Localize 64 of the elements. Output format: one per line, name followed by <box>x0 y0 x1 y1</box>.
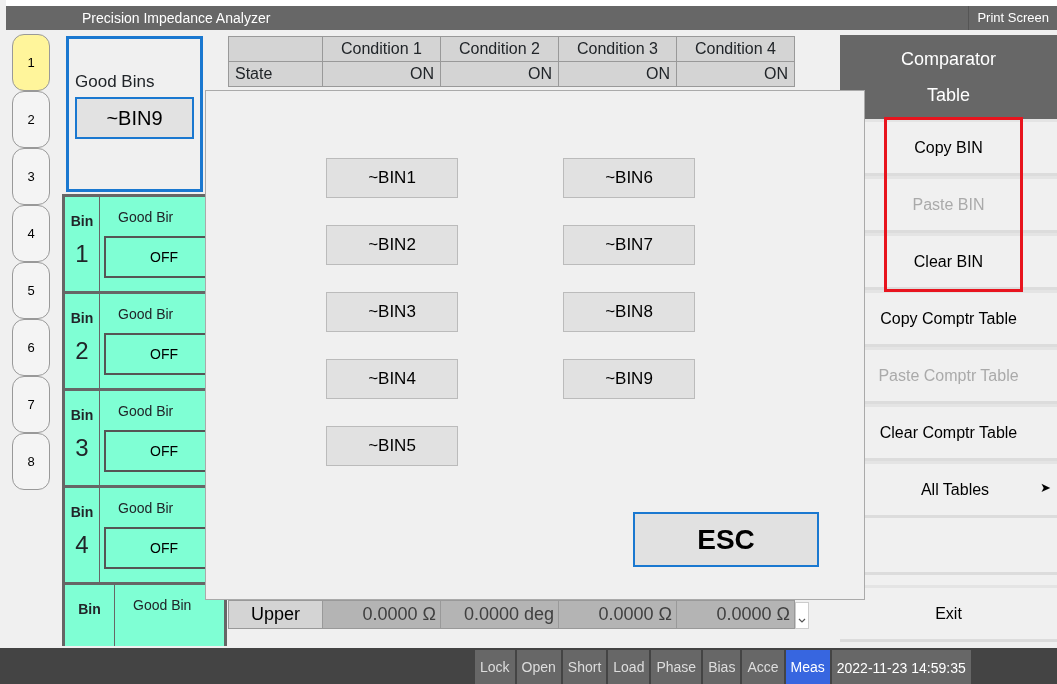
good-bins-label: Good Bins <box>75 72 155 91</box>
bin-number: 2 <box>74 336 90 366</box>
good-bin-label: Good Bir <box>117 208 175 227</box>
submenu-arrow-icon: ➤ <box>1040 477 1051 497</box>
table-cell: ON <box>558 61 677 87</box>
table-cell: 0.0000 deg <box>440 600 559 629</box>
esc-button[interactable]: ESC <box>633 512 819 567</box>
column-header: Condition 4 <box>676 36 795 62</box>
table-cell: ON <box>322 61 441 87</box>
table-cell: 0.0000 Ω <box>676 600 795 629</box>
side-tab[interactable]: 5 <box>12 262 50 319</box>
bin-label: Bin <box>69 309 95 328</box>
bin-button[interactable]: ~BIN6 <box>563 158 695 198</box>
status-button[interactable]: Phase <box>651 650 702 684</box>
column-header: Condition 1 <box>322 36 441 62</box>
bin-button[interactable]: ~BIN3 <box>326 292 458 332</box>
status-button[interactable]: Bias <box>703 650 741 684</box>
table-cell: ON <box>440 61 559 87</box>
good-bin-label: Good Bir <box>117 305 175 324</box>
side-tab[interactable]: 7 <box>12 376 50 433</box>
side-tab[interactable]: 2 <box>12 91 50 148</box>
bin-label: Bin <box>69 406 95 425</box>
bin-button[interactable]: ~BIN4 <box>326 359 458 399</box>
bin-button[interactable]: ~BIN7 <box>563 225 695 265</box>
bin-button[interactable]: ~BIN9 <box>563 359 695 399</box>
scrollbar[interactable] <box>795 602 809 629</box>
bin-button[interactable]: ~BIN1 <box>326 158 458 198</box>
good-bin-label: Good Bir <box>117 499 175 518</box>
bin-button[interactable]: ~BIN2 <box>326 225 458 265</box>
bin-button[interactable]: ~BIN8 <box>563 292 695 332</box>
good-bins-button[interactable]: ~BIN9 <box>75 96 194 139</box>
row-label: Upper <box>228 600 323 629</box>
row-label: State <box>228 61 323 87</box>
side-tab[interactable]: 6 <box>12 319 50 376</box>
window-title: Precision Impedance Analyzer <box>82 8 271 28</box>
side-tab[interactable]: 8 <box>12 433 50 490</box>
column-header: Condition 3 <box>558 36 677 62</box>
bin-label: Bin <box>69 503 95 522</box>
status-button[interactable]: Short <box>562 650 607 684</box>
status-button[interactable]: Acce <box>742 650 784 684</box>
side-tab[interactable]: 4 <box>12 205 50 262</box>
table-cell: 0.0000 Ω <box>322 600 441 629</box>
bin-number: 3 <box>74 433 90 463</box>
table-cell: ON <box>676 61 795 87</box>
column-header: Condition 2 <box>440 36 559 62</box>
bin-label: Bin <box>77 600 102 619</box>
status-button[interactable]: Lock <box>475 650 515 684</box>
menu-title: Table <box>926 84 971 107</box>
scroll-down-icon[interactable] <box>798 618 806 624</box>
status-button[interactable]: Open <box>516 650 561 684</box>
table-cell: 0.0000 Ω <box>558 600 677 629</box>
bin-number: 4 <box>74 530 90 560</box>
menu-item[interactable]: Exit <box>840 585 1057 642</box>
menu-title: Comparator <box>899 48 997 71</box>
bin-number: 1 <box>74 239 90 269</box>
side-tab[interactable]: 1 <box>12 34 50 91</box>
good-bin-label: Good Bin <box>132 596 193 615</box>
bin-button[interactable]: ~BIN5 <box>326 426 458 466</box>
good-bin-label: Good Bir <box>117 402 175 421</box>
side-tab[interactable]: 3 <box>12 148 50 205</box>
bin-label: Bin <box>69 212 95 231</box>
status-button[interactable]: Load <box>608 650 650 684</box>
status-button[interactable]: Meas <box>785 650 830 684</box>
date-time: 2022-11-23 14:59:35 <box>831 650 971 684</box>
